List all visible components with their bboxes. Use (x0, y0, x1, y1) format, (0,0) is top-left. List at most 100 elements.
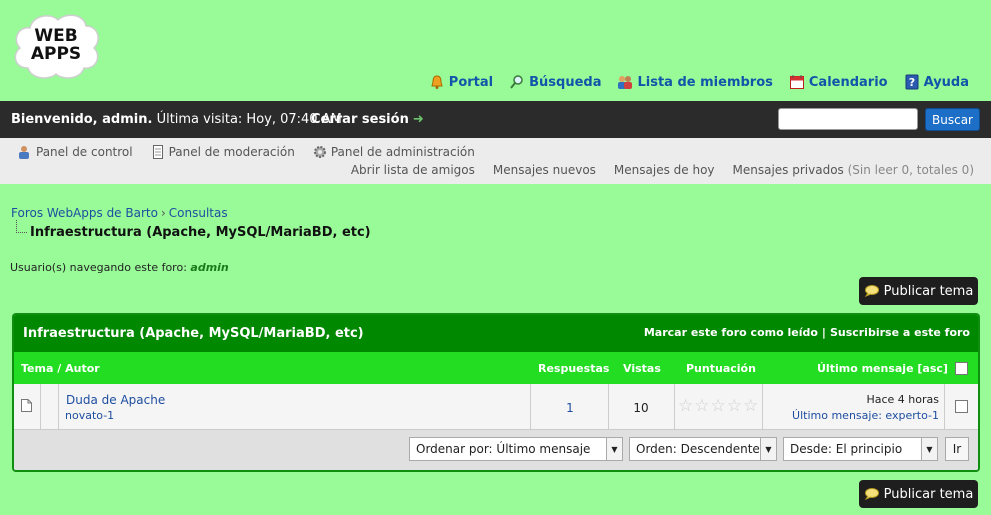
user-control-panel-link[interactable]: Panel de control (18, 145, 133, 159)
quick-links: Abrir lista de amigos Mensajes nuevos Me… (351, 163, 974, 177)
thread-select-checkbox[interactable] (955, 400, 968, 413)
search-button[interactable]: Buscar (925, 108, 980, 131)
breadcrumb: Foros WebApps de Barto › Consultas (11, 206, 228, 220)
post-thread-button-top[interactable]: Publicar tema (859, 277, 978, 305)
dropdown-arrow-icon: ▼ (606, 438, 622, 460)
select-all-checkbox[interactable] (955, 362, 968, 375)
nav-search-label: Búsqueda (529, 74, 602, 90)
forum-title: Infraestructura (Apache, MySQL/MariaBD, … (23, 326, 364, 341)
moderation-panel-link[interactable]: Panel de moderación (151, 145, 295, 159)
cell-divider (944, 384, 945, 429)
nav-members-label: Lista de miembros (637, 74, 773, 90)
nav-help-label: Ayuda (923, 74, 969, 90)
col-topic[interactable]: Tema (21, 362, 53, 375)
post-thread-label-top: Publicar tema (883, 283, 974, 299)
moderation-panel-label: Panel de moderación (168, 145, 295, 159)
welcome-user: Bienvenido, admin. (11, 112, 153, 127)
col-topic-author: Tema / Autor (21, 362, 100, 375)
thread-author-link[interactable]: novato-1 (65, 409, 114, 422)
nav-calendar[interactable]: Calendario (789, 74, 888, 90)
admin-bar: Panel de control Panel de moderación Pan… (0, 138, 991, 184)
dropdown-arrow-icon: ▼ (760, 438, 776, 460)
last-post-link[interactable]: Último mensaje: (792, 409, 882, 422)
members-icon (617, 74, 633, 90)
thread-replies[interactable]: 1 (560, 401, 580, 415)
sort-order-select[interactable]: Orden: Descendente ▼ (629, 437, 777, 461)
breadcrumb-section[interactable]: Consultas (169, 206, 228, 220)
cell-divider (762, 384, 763, 429)
star-icon: ☆ (678, 396, 694, 416)
control-panel-links: Panel de control Panel de moderación Pan… (18, 145, 475, 159)
logo-text-line2: APPS (30, 44, 82, 64)
new-posts-link[interactable]: Mensajes nuevos (493, 163, 596, 177)
sort-by-select[interactable]: Ordenar por: Último mensaje ▼ (409, 437, 623, 461)
help-icon: ? (904, 74, 920, 90)
star-icon: ☆ (694, 396, 710, 416)
todays-posts-link[interactable]: Mensajes de hoy (614, 163, 715, 177)
breadcrumb-tree-line (16, 220, 27, 233)
browsing-user[interactable]: admin (190, 261, 228, 274)
forum-threads-box: Infraestructura (Apache, MySQL/MariaBD, … (12, 313, 980, 472)
col-sort-order[interactable]: [asc] (917, 362, 948, 375)
col-replies[interactable]: Respuestas (538, 362, 609, 375)
dropdown-arrow-icon: ▼ (921, 438, 937, 460)
calendar-icon (789, 74, 805, 90)
friends-list-link[interactable]: Abrir lista de amigos (351, 163, 475, 177)
browsing-label: Usuario(s) navegando este foro: (10, 261, 187, 274)
date-cut-select[interactable]: Desde: El principio ▼ (783, 437, 938, 461)
cell-divider (58, 384, 59, 429)
col-views[interactable]: Vistas (623, 362, 661, 375)
col-slash: / (57, 362, 62, 375)
top-navigation: Portal Búsqueda Lista de miembros Calend… (429, 74, 969, 90)
speech-bubble-icon (864, 285, 879, 298)
mark-forum-read-link[interactable]: Marcar este foro como leído (644, 326, 818, 339)
gear-icon (313, 145, 327, 159)
svg-text:?: ? (908, 76, 914, 89)
admin-panel-label: Panel de administración (330, 145, 475, 159)
nav-search[interactable]: Búsqueda (509, 74, 601, 90)
forum-options-separator: | (821, 326, 826, 339)
nav-members[interactable]: Lista de miembros (617, 74, 773, 90)
go-button[interactable]: Ir (945, 437, 969, 461)
nav-portal-label: Portal (448, 74, 494, 90)
cell-divider (530, 384, 531, 429)
user-control-panel-label: Panel de control (36, 145, 133, 159)
thread-status-icon (21, 399, 32, 412)
star-icon: ☆ (710, 396, 726, 416)
thread-title-link[interactable]: Duda de Apache (66, 393, 165, 407)
sort-controls: Ordenar por: Último mensaje ▼ Orden: Des… (14, 430, 978, 470)
col-last-post-label[interactable]: Último mensaje (817, 362, 914, 375)
star-icon: ☆ (726, 396, 742, 416)
admin-panel-link[interactable]: Panel de administración (313, 145, 475, 159)
search-input[interactable] (778, 108, 918, 130)
col-author[interactable]: Autor (65, 362, 100, 375)
cell-divider (674, 384, 675, 429)
subscribe-forum-link[interactable]: Suscribirse a este foro (830, 326, 970, 339)
star-icon: ☆ (743, 396, 759, 416)
webapps-logo[interactable]: WEB APPS (10, 10, 102, 82)
sort-by-value: Ordenar por: Último mensaje (416, 442, 591, 456)
logout-label: Cerrar sesión (311, 112, 409, 127)
private-messages-label: Mensajes privados (732, 163, 844, 177)
forum-options: Marcar este foro como leído | Suscribirse … (644, 326, 970, 339)
breadcrumb-separator: › (160, 206, 166, 220)
post-thread-button-bottom[interactable]: Publicar tema (859, 480, 978, 508)
cell-divider (40, 384, 41, 429)
forum-header: Infraestructura (Apache, MySQL/MariaBD, … (14, 315, 978, 352)
column-headers: Tema / Autor Respuestas Vistas Puntuació… (14, 352, 978, 384)
logout-link[interactable]: Cerrar sesión ➜ (311, 112, 424, 127)
document-icon (151, 145, 165, 159)
post-thread-label-bottom: Publicar tema (883, 486, 974, 502)
cell-divider (608, 384, 609, 429)
nav-portal[interactable]: Portal (429, 74, 493, 90)
thread-views: 10 (633, 401, 649, 415)
breadcrumb-root[interactable]: Foros WebApps de Barto (11, 206, 158, 220)
page-title: Infraestructura (Apache, MySQL/MariaBD, … (30, 225, 371, 240)
last-post-user[interactable]: experto-1 (885, 409, 939, 422)
magnifier-icon (509, 74, 525, 90)
private-messages-status: (Sin leer 0, totales 0) (847, 163, 974, 177)
thread-rating-stars: ☆ ☆ ☆ ☆ ☆ (678, 398, 758, 415)
private-messages-link[interactable]: Mensajes privados (Sin leer 0, totales 0… (733, 163, 974, 177)
col-rating[interactable]: Puntuación (686, 362, 756, 375)
nav-help[interactable]: ? Ayuda (904, 74, 969, 90)
